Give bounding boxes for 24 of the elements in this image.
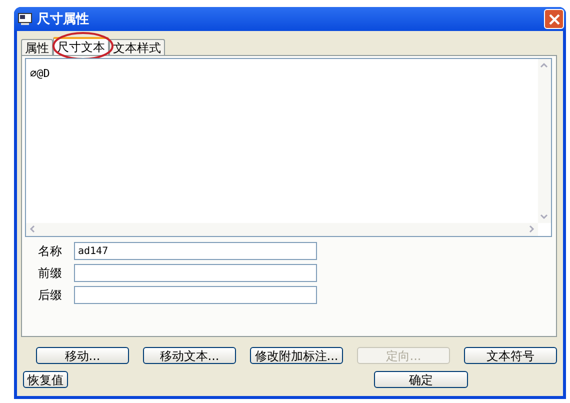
field-label: 后缀 bbox=[38, 286, 63, 304]
input-field[interactable]: ad147 bbox=[74, 242, 317, 260]
input-field[interactable] bbox=[74, 264, 317, 282]
field-label: 名称 bbox=[38, 242, 63, 260]
action-button[interactable]: 文本符号 bbox=[464, 347, 557, 364]
action-button[interactable]: 修改附加标注... bbox=[250, 347, 343, 364]
input-field[interactable] bbox=[74, 286, 317, 304]
vertical-scrollbar[interactable] bbox=[538, 59, 551, 223]
reset-button[interactable]: 恢复值 bbox=[23, 371, 68, 388]
close-icon bbox=[548, 14, 560, 24]
tab[interactable]: 文本样式 bbox=[109, 39, 165, 55]
text-area[interactable]: ∅@D bbox=[25, 58, 552, 237]
horizontal-scrollbar[interactable] bbox=[26, 223, 538, 236]
ok-button[interactable]: 确定 bbox=[374, 371, 468, 388]
close-button[interactable] bbox=[544, 9, 564, 29]
action-button[interactable]: 移动... bbox=[36, 347, 129, 364]
tab[interactable]: 属性 bbox=[21, 39, 53, 55]
highlight-circle bbox=[52, 31, 114, 61]
dimension-text: ∅@D bbox=[30, 67, 50, 80]
tab[interactable]: 尺寸文本 bbox=[53, 37, 109, 55]
window-title: 尺寸属性 bbox=[37, 11, 90, 28]
action-button[interactable]: 移动文本... bbox=[143, 347, 236, 364]
window-icon bbox=[18, 12, 32, 26]
field-label: 前缀 bbox=[38, 264, 63, 282]
